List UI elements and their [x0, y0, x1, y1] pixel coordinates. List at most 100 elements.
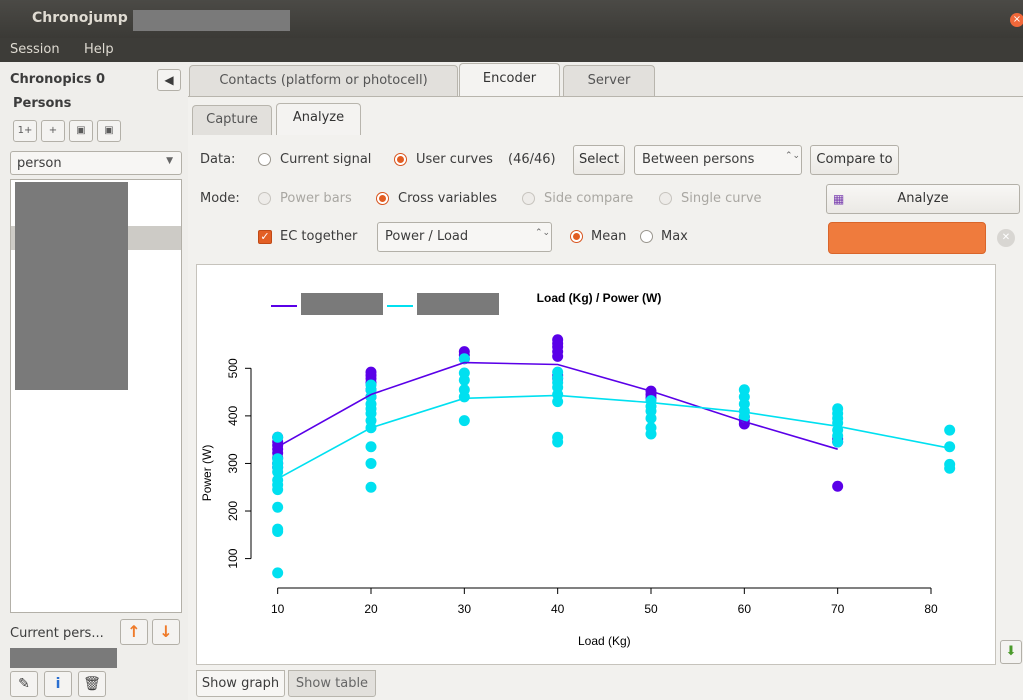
- tab-contacts[interactable]: Contacts (platform or photocell): [189, 65, 458, 97]
- current-signal-radio[interactable]: [258, 153, 271, 166]
- person-edit-icon[interactable]: ▣: [69, 120, 93, 142]
- cancel-icon[interactable]: ✕: [997, 229, 1015, 247]
- progress-bar: [828, 222, 986, 254]
- person-add-icon[interactable]: +: [41, 120, 65, 142]
- data-point: [552, 396, 564, 408]
- side-compare-label[interactable]: Side compare: [544, 191, 633, 206]
- chart-icon: ▦: [833, 192, 845, 206]
- person-recuperate-icon[interactable]: 1+: [13, 120, 37, 142]
- x-tick-label: 60: [738, 602, 752, 616]
- x-tick-label: 20: [364, 602, 378, 616]
- save-image-icon[interactable]: ⬇: [1000, 640, 1022, 664]
- ec-together-checkbox[interactable]: ✓: [258, 230, 272, 244]
- y-tick-label: 100: [226, 548, 240, 568]
- data-point: [645, 412, 657, 424]
- x-tick-label: 10: [271, 602, 285, 616]
- data-point: [272, 484, 284, 496]
- chronopics-connect-icon[interactable]: ◀: [157, 69, 181, 91]
- current-person-label: Current pers...: [10, 626, 104, 641]
- x-axis-label: Load (Kg): [578, 634, 631, 648]
- chevron-down-icon: ▼: [166, 156, 173, 166]
- data-point: [944, 424, 956, 436]
- data-point: [458, 391, 470, 403]
- select-button[interactable]: Select: [573, 145, 625, 175]
- tab-analyze[interactable]: Analyze: [276, 103, 361, 135]
- info-icon[interactable]: i: [44, 671, 72, 697]
- data-point: [552, 436, 564, 448]
- data-point: [458, 415, 470, 427]
- power-bars-radio[interactable]: [258, 192, 271, 205]
- data-point: [272, 431, 284, 443]
- user-curves-radio[interactable]: [394, 153, 407, 166]
- side-compare-radio[interactable]: [522, 192, 535, 205]
- chronopics-label: Chronopics 0: [10, 72, 106, 87]
- next-person-icon[interactable]: ↓: [152, 619, 180, 645]
- x-tick-label: 30: [458, 602, 472, 616]
- single-curve-label[interactable]: Single curve: [681, 191, 762, 206]
- y-tick-label: 400: [226, 406, 240, 426]
- y-tick-label: 300: [226, 453, 240, 473]
- legend-redacted-name: [417, 293, 499, 315]
- power-bars-label[interactable]: Power bars: [280, 191, 352, 206]
- data-point: [272, 501, 284, 513]
- analyze-button-label: Analyze: [897, 191, 949, 206]
- menu-help[interactable]: Help: [84, 42, 114, 57]
- graph-area: 10 20 30 40 50 60 70 80 100 200 300 400 500 Load (Kg)…: [196, 264, 996, 665]
- spin-arrows-icon: ⌃⌄: [535, 228, 551, 238]
- tab-server[interactable]: Server: [563, 65, 655, 97]
- person-combo-value: person: [17, 156, 62, 171]
- compare-to-button[interactable]: Compare to: [810, 145, 899, 175]
- between-persons-value: Between persons: [642, 152, 755, 167]
- data-point: [272, 525, 284, 537]
- data-point: [944, 462, 956, 474]
- x-tick-label: 50: [644, 602, 658, 616]
- ec-together-label[interactable]: EC together: [280, 229, 357, 244]
- tab-show-graph[interactable]: Show graph: [196, 670, 285, 697]
- data-point: [552, 350, 564, 362]
- y-axis-label: Power (W): [200, 445, 214, 502]
- mode-label: Mode:: [200, 191, 240, 206]
- person-combo[interactable]: person ▼: [10, 151, 182, 175]
- data-label: Data:: [200, 152, 236, 167]
- window-title: Chronojump –: [32, 10, 140, 26]
- close-icon[interactable]: ×: [1010, 13, 1023, 27]
- redacted-current-person: [10, 648, 117, 668]
- data-point: [832, 480, 844, 492]
- user-curves-label[interactable]: User curves: [416, 152, 493, 167]
- edit-pencil-icon[interactable]: ✎: [10, 671, 38, 697]
- data-point: [645, 428, 657, 440]
- variables-combo[interactable]: Power / Load ⌃⌄: [377, 222, 552, 252]
- legend-redacted-name: [301, 293, 383, 315]
- spin-arrows-icon: ⌃⌄: [785, 151, 801, 161]
- analyze-button[interactable]: ▦ Analyze: [826, 184, 1020, 214]
- max-radio[interactable]: [640, 230, 653, 243]
- data-point: [365, 457, 377, 469]
- trash-icon[interactable]: 🗑: [78, 671, 106, 697]
- chart-title: Load (Kg) / Power (W): [537, 291, 662, 305]
- tab-capture[interactable]: Capture: [192, 105, 272, 135]
- data-point: [365, 481, 377, 493]
- tab-show-table[interactable]: Show table: [288, 670, 376, 697]
- person-delete-icon[interactable]: ▣: [97, 120, 121, 142]
- mean-radio[interactable]: [570, 230, 583, 243]
- cross-variables-radio[interactable]: [376, 192, 389, 205]
- between-persons-combo[interactable]: Between persons ⌃⌄: [634, 145, 802, 175]
- tab-encoder[interactable]: Encoder: [459, 63, 560, 97]
- previous-person-icon[interactable]: ↑: [120, 619, 148, 645]
- cross-variables-label[interactable]: Cross variables: [398, 191, 497, 206]
- person-list[interactable]: [10, 179, 182, 613]
- data-point: [365, 441, 377, 453]
- current-signal-label[interactable]: Current signal: [280, 152, 371, 167]
- mean-label[interactable]: Mean: [591, 229, 626, 244]
- redacted-person-names: [15, 182, 128, 390]
- data-point: [832, 436, 844, 448]
- menu-bar: Session Help: [0, 38, 1023, 62]
- cross-variables-chart: 10 20 30 40 50 60 70 80 100 200 300 400 500 Load (Kg)…: [200, 291, 956, 648]
- max-label[interactable]: Max: [661, 229, 688, 244]
- x-tick-label: 80: [924, 602, 938, 616]
- single-curve-radio[interactable]: [659, 192, 672, 205]
- x-tick-label: 40: [551, 602, 565, 616]
- data-point: [272, 567, 284, 579]
- menu-session[interactable]: Session: [10, 42, 60, 57]
- persons-label: Persons: [13, 96, 72, 111]
